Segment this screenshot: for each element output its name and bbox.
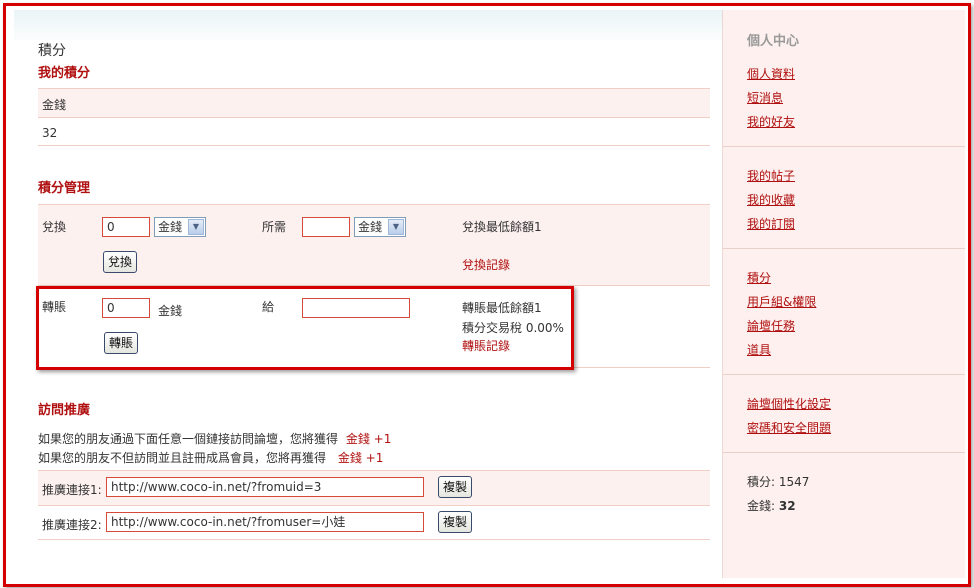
referral-link-1-label: 推廣連接1: — [42, 483, 102, 497]
transfer-highlight-box — [36, 286, 574, 370]
top-banner — [14, 10, 722, 40]
exchange-min-note: 兌換最低餘額1 — [462, 220, 542, 234]
sidebar-item-items[interactable]: 道具 — [747, 341, 771, 358]
exchange-button[interactable]: 兌換 — [103, 251, 137, 273]
divider — [38, 145, 710, 146]
sidebar-item-my-posts[interactable]: 我的帖子 — [747, 167, 795, 184]
currency-label: 金錢 — [42, 98, 67, 112]
sidebar-heading: 個人中心 — [747, 34, 800, 49]
sidebar-item-subscriptions[interactable]: 我的訂閱 — [747, 215, 795, 232]
exchange-to-select-value: 金錢 — [358, 220, 383, 234]
sidebar: 個人中心 個人資料 短消息 我的好友 我的帖子 我的收藏 我的訂閱 積分 用戶組… — [722, 10, 965, 578]
exchange-record-link[interactable]: 兌換記錄 — [462, 256, 510, 273]
referral-line-2-text: 如果您的朋友不但訪問並且註冊成爲會員，您將再獲得 — [38, 451, 327, 465]
sidebar-money-stat: 金錢: 32 — [747, 497, 796, 514]
referral-line-2: 如果您的朋友不但訪問並且註冊成爲會員，您將再獲得 金錢 +1 — [38, 449, 383, 466]
referral-line-2-reward: 金錢 +1 — [337, 451, 384, 465]
sidebar-item-messages[interactable]: 短消息 — [747, 89, 783, 106]
sidebar-divider — [723, 452, 965, 453]
sidebar-item-points[interactable]: 積分 — [747, 269, 771, 286]
divider — [38, 539, 710, 540]
sidebar-divider — [723, 248, 965, 249]
sidebar-item-tasks[interactable]: 論壇任務 — [747, 317, 795, 334]
exchange-required-label: 所需 — [262, 220, 287, 234]
divider — [38, 117, 710, 118]
sidebar-money-value: 32 — [778, 499, 796, 513]
referral-link-2-input[interactable]: http://www.coco-in.net/?fromuser=小娃 — [106, 512, 424, 532]
referral-line-1: 如果您的朋友通過下面任意一個鏈接訪問論壇，您將獲得 金錢 +1 — [38, 430, 391, 447]
sidebar-money-label: 金錢: — [747, 499, 776, 513]
currency-value: 32 — [42, 126, 58, 140]
sidebar-divider — [723, 146, 965, 147]
exchange-to-select[interactable]: 金錢 ▼ — [354, 217, 406, 237]
copy-button-2[interactable]: 複製 — [438, 511, 472, 533]
sidebar-item-friends[interactable]: 我的好友 — [747, 113, 795, 130]
sidebar-points-stat: 積分: 1547 — [747, 475, 810, 489]
chevron-down-icon: ▼ — [188, 219, 204, 235]
points-header-row — [38, 89, 710, 117]
management-heading: 積分管理 — [38, 181, 91, 196]
page-title: 積分 — [38, 43, 66, 59]
referral-line-1-reward: 金錢 +1 — [345, 432, 392, 446]
referral-link-1-input[interactable]: http://www.coco-in.net/?fromuid=3 — [106, 477, 424, 497]
sidebar-item-security[interactable]: 密碼和安全問題 — [747, 419, 831, 436]
copy-button-1[interactable]: 複製 — [438, 476, 472, 498]
exchange-from-select-value: 金錢 — [158, 220, 183, 234]
sidebar-item-usergroup[interactable]: 用戶組&權限 — [747, 293, 816, 310]
referral-line-1-text: 如果您的朋友通過下面任意一個鏈接訪問論壇，您將獲得 — [38, 432, 339, 446]
sidebar-item-favorites[interactable]: 我的收藏 — [747, 191, 795, 208]
referral-link-2-label: 推廣連接2: — [42, 518, 102, 532]
exchange-from-select[interactable]: 金錢 ▼ — [154, 217, 206, 237]
divider — [38, 505, 710, 506]
chevron-down-icon: ▼ — [388, 219, 404, 235]
referral-heading: 訪問推廣 — [38, 403, 91, 418]
my-points-heading: 我的積分 — [38, 66, 91, 81]
sidebar-item-personalize[interactable]: 論壇個性化設定 — [747, 395, 831, 412]
exchange-required-input[interactable] — [302, 217, 350, 237]
exchange-label: 兌換 — [42, 220, 67, 234]
sidebar-item-profile[interactable]: 個人資料 — [747, 65, 795, 82]
exchange-amount-input[interactable]: 0 — [102, 217, 150, 237]
sidebar-divider — [723, 374, 965, 375]
